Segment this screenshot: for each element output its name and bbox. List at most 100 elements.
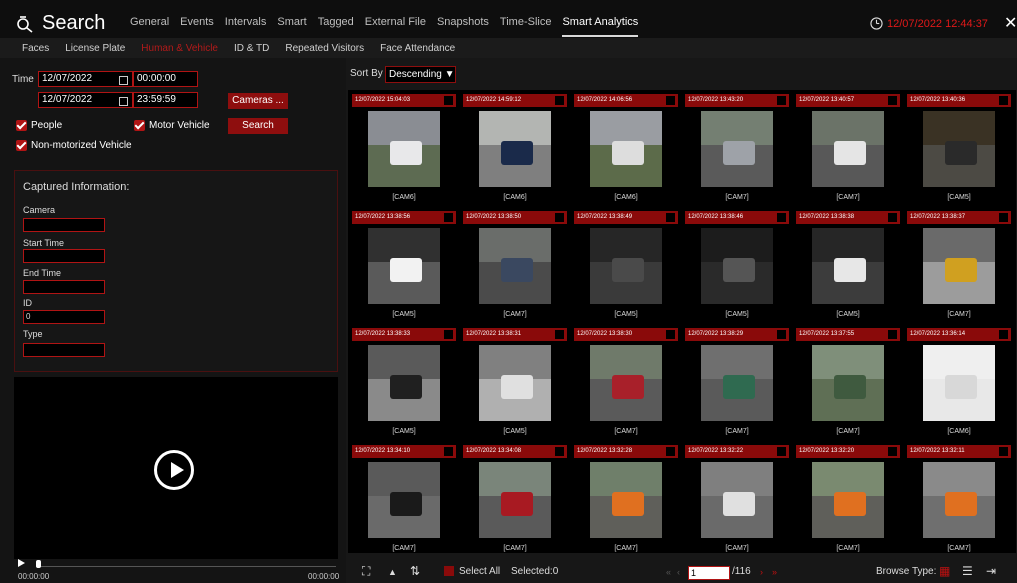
result-checkbox[interactable]	[555, 96, 564, 105]
result-card[interactable]: 12/07/2022 13:37:55 [CAM7]	[796, 328, 900, 440]
tab-intervals[interactable]: Intervals	[225, 16, 267, 37]
result-thumbnail[interactable]	[479, 111, 551, 187]
start-date-field[interactable]: 12/07/2022	[38, 71, 133, 87]
tab-events[interactable]: Events	[180, 16, 214, 37]
result-card[interactable]: 12/07/2022 13:38:37 [CAM7]	[907, 211, 1011, 323]
result-checkbox[interactable]	[777, 96, 786, 105]
result-thumbnail[interactable]	[368, 462, 440, 538]
next-page-icon[interactable]: ›	[760, 567, 763, 577]
result-thumbnail[interactable]	[479, 345, 551, 421]
result-checkbox[interactable]	[555, 330, 564, 339]
result-thumbnail[interactable]	[479, 228, 551, 304]
result-card[interactable]: 12/07/2022 13:40:57 [CAM7]	[796, 94, 900, 206]
result-thumbnail[interactable]	[368, 111, 440, 187]
result-checkbox[interactable]	[777, 447, 786, 456]
tag-icon[interactable]: ⇅	[410, 564, 420, 578]
calendar-icon[interactable]	[119, 97, 128, 106]
subtab-face-attendance[interactable]: Face Attendance	[380, 43, 455, 54]
subtab-id-td[interactable]: ID & TD	[234, 43, 269, 54]
result-card[interactable]: 12/07/2022 13:38:33 [CAM5]	[352, 328, 456, 440]
result-card[interactable]: 12/07/2022 13:34:10 [CAM7]	[352, 445, 456, 557]
tab-tagged[interactable]: Tagged	[318, 16, 354, 37]
export-icon[interactable]: ⇥	[986, 564, 996, 578]
result-card[interactable]: 12/07/2022 13:32:28 [CAM7]	[574, 445, 678, 557]
fullscreen-icon[interactable]: ⛶	[362, 564, 370, 579]
select-all-checkbox[interactable]	[444, 566, 454, 576]
subtab-human-vehicle[interactable]: Human & Vehicle	[141, 43, 218, 54]
result-card[interactable]: 12/07/2022 13:38:30 [CAM7]	[574, 328, 678, 440]
result-thumbnail[interactable]	[923, 462, 995, 538]
prev-page-icon[interactable]: ‹	[677, 567, 680, 577]
result-checkbox[interactable]	[555, 447, 564, 456]
first-page-icon[interactable]: «	[666, 567, 671, 577]
tab-general[interactable]: General	[130, 16, 169, 37]
result-checkbox[interactable]	[666, 96, 675, 105]
result-checkbox[interactable]	[888, 330, 897, 339]
result-checkbox[interactable]	[999, 213, 1008, 222]
last-page-icon[interactable]: »	[772, 567, 777, 577]
up-arrow-icon[interactable]: ▲	[388, 567, 397, 577]
search-button[interactable]: Search	[228, 118, 288, 134]
progress-bar[interactable]	[36, 566, 336, 567]
result-card[interactable]: 12/07/2022 13:38:31 [CAM5]	[463, 328, 567, 440]
non-motorized-checkbox[interactable]: Non-motorized Vehicle	[16, 140, 132, 151]
result-checkbox[interactable]	[555, 213, 564, 222]
result-checkbox[interactable]	[999, 447, 1008, 456]
result-thumbnail[interactable]	[479, 462, 551, 538]
people-checkbox[interactable]: People	[16, 120, 62, 131]
result-checkbox[interactable]	[777, 330, 786, 339]
result-checkbox[interactable]	[444, 213, 453, 222]
result-checkbox[interactable]	[444, 330, 453, 339]
result-thumbnail[interactable]	[923, 111, 995, 187]
result-thumbnail[interactable]	[590, 228, 662, 304]
play-icon[interactable]	[18, 559, 25, 567]
result-checkbox[interactable]	[666, 447, 675, 456]
tab-smart-analytics[interactable]: Smart Analytics	[562, 16, 639, 37]
result-card[interactable]: 12/07/2022 14:59:12 [CAM6]	[463, 94, 567, 206]
result-thumbnail[interactable]	[812, 345, 884, 421]
result-thumbnail[interactable]	[590, 345, 662, 421]
sort-select[interactable]: Descending ▼	[385, 66, 456, 83]
result-checkbox[interactable]	[888, 213, 897, 222]
list-view-icon[interactable]: ☰	[962, 564, 973, 578]
grid-view-icon[interactable]: ▦	[939, 564, 950, 578]
end-date-field[interactable]: 12/07/2022	[38, 92, 133, 108]
page-input[interactable]: 1	[688, 566, 730, 580]
result-checkbox[interactable]	[666, 330, 675, 339]
result-card[interactable]: 12/07/2022 13:38:50 [CAM7]	[463, 211, 567, 323]
result-thumbnail[interactable]	[701, 111, 773, 187]
result-checkbox[interactable]	[444, 96, 453, 105]
result-card[interactable]: 12/07/2022 15:04:03 [CAM6]	[352, 94, 456, 206]
result-card[interactable]: 12/07/2022 13:38:38 [CAM5]	[796, 211, 900, 323]
result-checkbox[interactable]	[444, 447, 453, 456]
result-thumbnail[interactable]	[368, 228, 440, 304]
progress-handle[interactable]	[36, 560, 41, 568]
tab-smart[interactable]: Smart	[277, 16, 306, 37]
subtab-license-plate[interactable]: License Plate	[65, 43, 125, 54]
play-circle-icon[interactable]	[154, 450, 194, 490]
result-thumbnail[interactable]	[590, 462, 662, 538]
result-thumbnail[interactable]	[812, 111, 884, 187]
result-thumbnail[interactable]	[590, 111, 662, 187]
tab-external-file[interactable]: External File	[365, 16, 426, 37]
result-thumbnail[interactable]	[701, 462, 773, 538]
motor-vehicle-checkbox[interactable]: Motor Vehicle	[134, 120, 210, 131]
result-card[interactable]: 12/07/2022 13:38:29 [CAM7]	[685, 328, 789, 440]
start-time-field[interactable]: 00:00:00	[133, 71, 198, 87]
result-thumbnail[interactable]	[812, 228, 884, 304]
result-checkbox[interactable]	[777, 213, 786, 222]
result-card[interactable]: 12/07/2022 13:32:11 [CAM7]	[907, 445, 1011, 557]
result-card[interactable]: 12/07/2022 13:34:08 [CAM7]	[463, 445, 567, 557]
result-thumbnail[interactable]	[812, 462, 884, 538]
result-checkbox[interactable]	[999, 96, 1008, 105]
subtab-repeated-visitors[interactable]: Repeated Visitors	[285, 43, 364, 54]
result-checkbox[interactable]	[666, 213, 675, 222]
result-thumbnail[interactable]	[368, 345, 440, 421]
result-card[interactable]: 12/07/2022 13:32:22 [CAM7]	[685, 445, 789, 557]
result-card[interactable]: 12/07/2022 13:36:14 [CAM6]	[907, 328, 1011, 440]
calendar-icon[interactable]	[119, 76, 128, 85]
subtab-faces[interactable]: Faces	[22, 43, 49, 54]
result-thumbnail[interactable]	[923, 345, 995, 421]
cameras-button[interactable]: Cameras ...	[228, 93, 288, 109]
result-thumbnail[interactable]	[701, 345, 773, 421]
